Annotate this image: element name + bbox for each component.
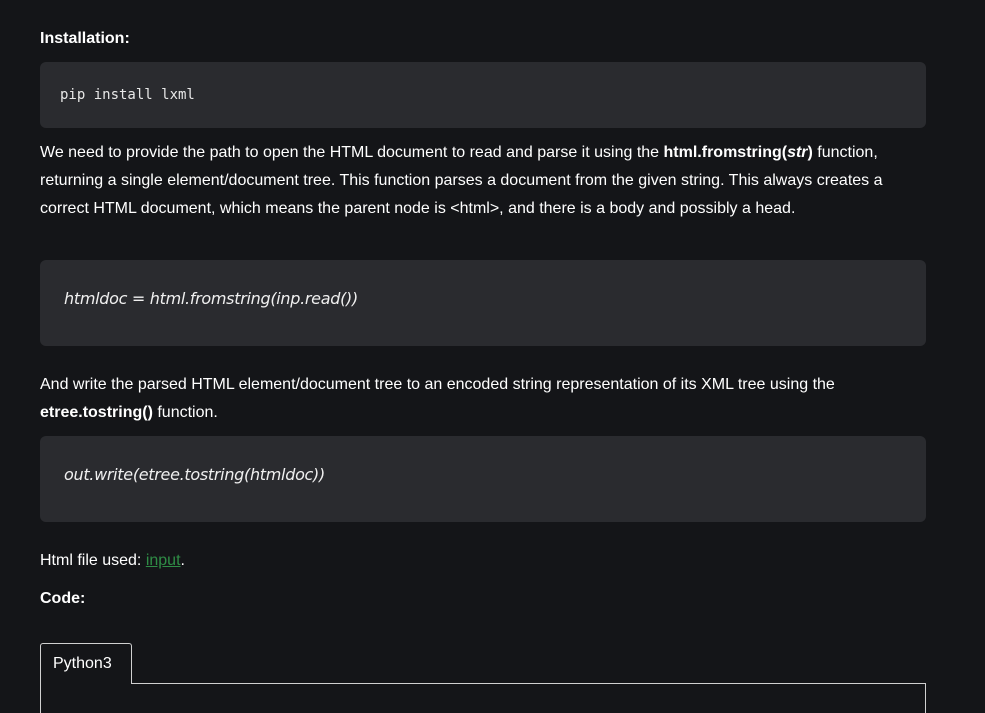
- paragraph-tostring: And write the parsed HTML element/docume…: [40, 371, 926, 427]
- paragraph-text: We need to provide the path to open the …: [40, 144, 664, 161]
- code-block-tostring: out.write(etree.tostring(htmldoc)): [40, 436, 926, 522]
- article-content: Installation: pip install lxml We need t…: [0, 0, 985, 713]
- tab-python3[interactable]: Python3: [40, 643, 132, 684]
- tab-label: Python3: [53, 655, 112, 672]
- code-block-fromstring: htmldoc = html.fromstring(inp.read()): [40, 260, 926, 346]
- paragraph-text: And write the parsed HTML element/docume…: [40, 376, 835, 393]
- html-file-label: Html file used:: [40, 552, 146, 569]
- paragraph-fromstring: We need to provide the path to open the …: [40, 139, 926, 223]
- html-file-line: Html file used: input.: [40, 552, 185, 569]
- function-arg: str: [787, 144, 808, 161]
- code-heading: Code:: [40, 590, 86, 607]
- paragraph-text-end: function.: [152, 404, 218, 421]
- installation-heading: Installation:: [40, 30, 130, 47]
- function-name: etree.tostring(): [40, 404, 153, 421]
- function-name: html.fromstring(str): [663, 144, 813, 161]
- code-line: htmldoc = html.fromstring(inp.read()): [64, 289, 358, 308]
- input-link[interactable]: input: [146, 552, 181, 569]
- install-command-block: pip install lxml: [40, 62, 926, 128]
- code-line: out.write(etree.tostring(htmldoc)): [64, 465, 325, 484]
- install-command: pip install lxml: [60, 87, 195, 103]
- code-panel: [40, 683, 926, 713]
